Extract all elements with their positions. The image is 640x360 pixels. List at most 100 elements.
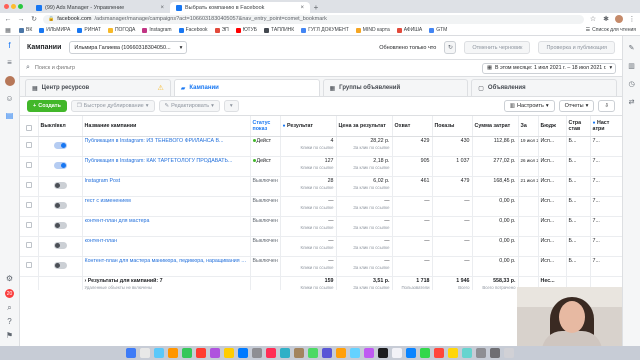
expand-chevron-icon[interactable]: › xyxy=(85,278,87,284)
reload-icon[interactable]: ↻ xyxy=(30,15,38,23)
dock-app-icon[interactable] xyxy=(462,348,472,358)
bookmark-item[interactable]: MIND карта xyxy=(355,27,390,33)
row-toggle-cell[interactable] xyxy=(38,256,83,277)
campaign-name-cell[interactable]: контент-план для мастера xyxy=(82,216,251,237)
campaign-name-cell[interactable]: Instagram Post xyxy=(82,176,251,197)
search-input[interactable] xyxy=(34,62,477,74)
dock-app-icon[interactable] xyxy=(378,348,388,358)
row-checkbox[interactable] xyxy=(25,161,32,168)
row-select-cell[interactable] xyxy=(20,256,39,277)
tab-resource-center[interactable]: ▦ Центр ресурсов ⚠ xyxy=(25,79,171,96)
more-menu-icon[interactable]: ⋮ xyxy=(628,15,636,23)
dock-app-icon[interactable] xyxy=(406,348,416,358)
edit-button[interactable]: ✎ Редактировать ▾ xyxy=(158,100,220,112)
account-avatar[interactable] xyxy=(4,76,15,86)
close-tab-icon[interactable]: × xyxy=(160,5,164,11)
forward-arrow-icon[interactable]: → xyxy=(17,16,25,23)
bookmark-item[interactable]: РИНАТ xyxy=(77,27,101,33)
row-checkbox[interactable] xyxy=(25,221,32,228)
table-row[interactable]: контент-план для мастера Выключен — Клики п… xyxy=(20,216,622,237)
close-tab-icon[interactable]: × xyxy=(300,5,304,11)
search-icon[interactable]: ⌕ xyxy=(7,304,11,312)
extensions-icon[interactable]: ✱ xyxy=(602,15,610,23)
reading-list-button[interactable]: ☰ Список для чтения xyxy=(586,27,636,33)
campaign-name-link[interactable]: Instagram Post xyxy=(85,178,248,184)
row-select-cell[interactable] xyxy=(20,136,39,157)
minimize-window-button[interactable] xyxy=(11,4,16,9)
dock-app-icon[interactable] xyxy=(392,348,402,358)
row-select-cell[interactable] xyxy=(20,156,39,177)
bookmark-item[interactable]: ПОГОДА xyxy=(107,27,135,33)
column-reach[interactable]: Охват xyxy=(392,116,433,137)
maximize-window-button[interactable] xyxy=(18,4,23,9)
table-row[interactable]: Instagram Post Выключен 28 Клики по ссылке 6… xyxy=(20,176,622,197)
dock-app-icon[interactable] xyxy=(448,348,458,358)
apps-grid-icon[interactable]: ▦ xyxy=(4,27,12,34)
tab-ad-sets[interactable]: ▦ Группы объявлений xyxy=(322,79,469,96)
row-checkbox[interactable] xyxy=(25,241,32,248)
more-actions-button[interactable]: ▾ xyxy=(223,100,239,112)
table-row[interactable]: Публикация в Instagram: ИЗ ТЕНЕВОГО ФРИЛ… xyxy=(20,136,622,157)
dock-app-icon[interactable] xyxy=(182,348,192,358)
row-toggle-cell[interactable] xyxy=(38,156,83,177)
row-checkbox[interactable] xyxy=(25,181,32,188)
export-button[interactable]: ⇩ xyxy=(598,100,615,112)
dock-app-icon[interactable] xyxy=(490,348,500,358)
chart-icon[interactable]: ▥ xyxy=(628,62,635,70)
dock-app-icon[interactable] xyxy=(238,348,248,358)
select-all-checkbox[interactable] xyxy=(25,124,32,131)
column-campaign-name[interactable]: Название кампании xyxy=(82,116,251,137)
bookmark-item[interactable]: Facebook xyxy=(178,27,208,33)
row-select-cell[interactable] xyxy=(20,176,39,197)
reports-button[interactable]: Отчеты ▾ xyxy=(558,100,595,112)
discard-drafts-button[interactable]: Отменить черновик xyxy=(464,41,531,54)
dock-app-icon[interactable] xyxy=(168,348,178,358)
campaign-name-link[interactable]: Контент-план для мастера маникюра, педик… xyxy=(85,258,248,264)
dock-app-icon[interactable] xyxy=(196,348,206,358)
history-icon[interactable]: ◷ xyxy=(628,80,634,88)
campaign-name-link[interactable]: тест с изменением xyxy=(85,198,248,204)
profile-avatar[interactable] xyxy=(615,15,623,23)
facebook-logo-icon[interactable]: f xyxy=(8,42,10,50)
dock-app-icon[interactable] xyxy=(322,348,332,358)
dock-app-icon[interactable] xyxy=(294,348,304,358)
column-bid-strategy[interactable]: Стра став xyxy=(566,116,591,137)
table-row[interactable]: Контент-план для мастера маникюра, педик… xyxy=(20,256,622,277)
tab-ads[interactable]: ▢ Объявления xyxy=(471,79,617,96)
row-select-cell[interactable] xyxy=(20,196,39,217)
review-publish-button[interactable]: Проверка и публикация xyxy=(538,41,615,54)
dock-app-icon[interactable] xyxy=(280,348,290,358)
row-checkbox[interactable] xyxy=(25,141,32,148)
url-field[interactable]: 🔒 facebook.com/adsmanager/manage/campaig… xyxy=(43,14,584,24)
campaign-toggle[interactable] xyxy=(53,241,67,249)
dock-app-icon[interactable] xyxy=(308,348,318,358)
bookmark-item[interactable]: ТАПЛИНК xyxy=(264,27,294,33)
table-row[interactable]: Публикация в Instagram: КАК ТАРГЕТОЛОГУ … xyxy=(20,156,622,177)
select-all-header[interactable] xyxy=(20,116,39,137)
edit-pencil-icon[interactable]: ✎ xyxy=(629,44,635,52)
bookmark-item[interactable]: АФИША xyxy=(396,27,422,33)
settings-gear-icon[interactable]: ⚙ xyxy=(6,275,13,283)
row-select-cell[interactable] xyxy=(20,236,39,257)
browser-tab-ads-manager[interactable]: (99) Ads Manager - Управление × xyxy=(30,2,170,13)
dock-app-icon[interactable] xyxy=(252,348,262,358)
star-icon[interactable]: ☆ xyxy=(589,15,597,23)
campaign-name-cell[interactable]: тест с изменением xyxy=(82,196,251,217)
dock-app-icon[interactable] xyxy=(210,348,220,358)
row-checkbox[interactable] xyxy=(25,201,32,208)
bookmark-item[interactable]: Instagram xyxy=(142,27,172,33)
smile-icon[interactable]: ☺ xyxy=(5,95,13,103)
account-selector[interactable]: Ильмира Галиева (10660318304050... ▾ xyxy=(69,41,188,54)
bookmark-item[interactable]: ЮТУБ xyxy=(235,27,257,33)
column-impressions[interactable]: Показы xyxy=(432,116,473,137)
campaign-toggle[interactable] xyxy=(53,261,67,269)
help-icon[interactable]: ? xyxy=(7,318,11,326)
column-results[interactable]: ● Результат xyxy=(280,116,337,137)
bookmark-item[interactable]: GTM xyxy=(429,27,447,33)
compare-icon[interactable]: ⇄ xyxy=(629,98,635,106)
notifications-badge[interactable]: 20 xyxy=(5,289,14,298)
column-status[interactable]: Статус показ xyxy=(250,116,281,137)
row-toggle-cell[interactable] xyxy=(38,236,83,257)
campaign-name-link[interactable]: Публикация в Instagram: КАК ТАРГЕТОЛОГУ … xyxy=(85,158,248,164)
dock-app-icon[interactable] xyxy=(126,348,136,358)
